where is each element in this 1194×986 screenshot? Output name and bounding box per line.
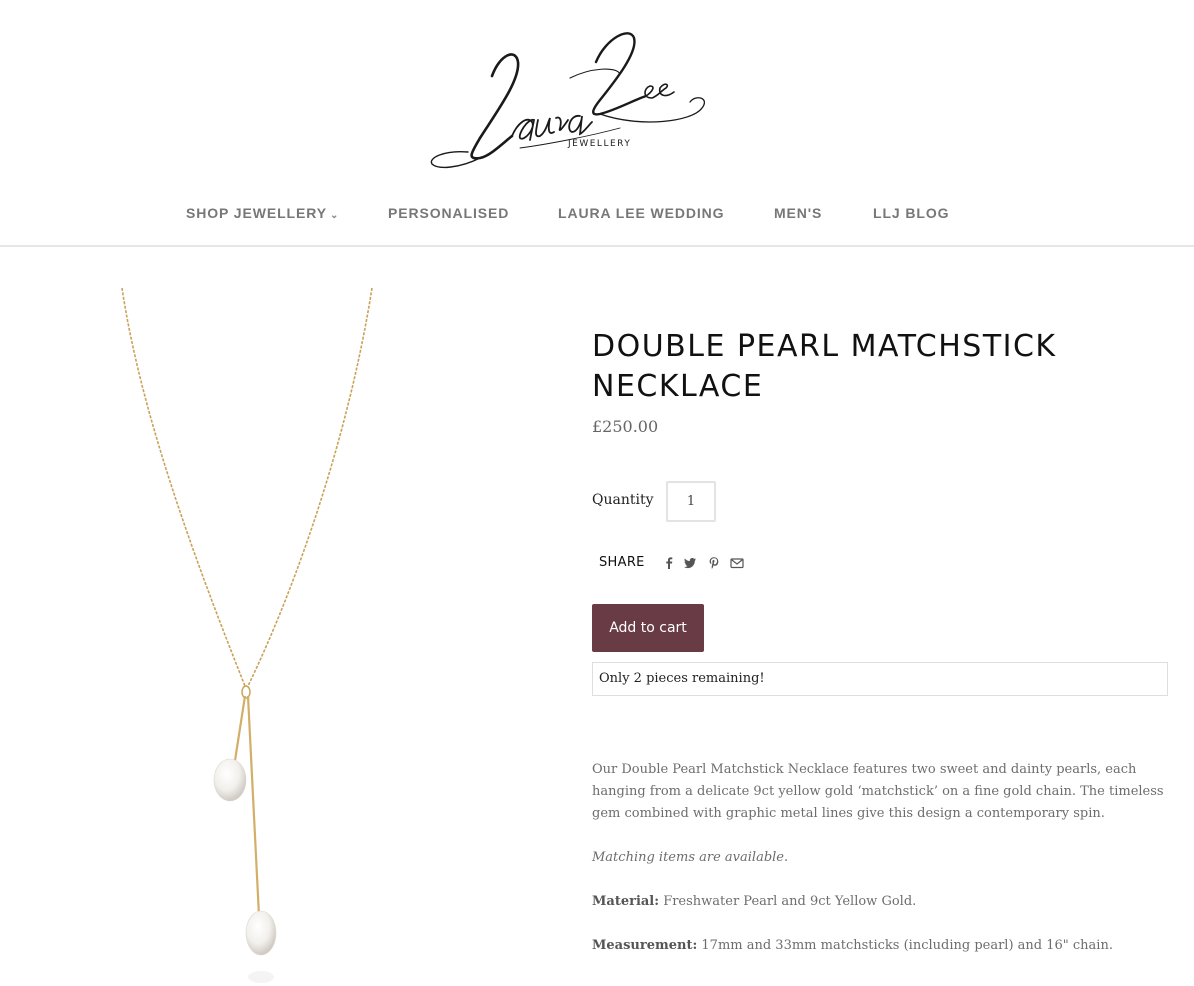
facebook-icon[interactable] <box>662 556 676 570</box>
main-nav: SHOP JEWELLERY ⌄ PERSONALISED LAURA LEE W… <box>0 205 1194 231</box>
email-icon[interactable] <box>730 556 744 570</box>
share-label: SHARE <box>599 555 645 570</box>
nav-personalised[interactable]: PERSONALISED <box>388 205 509 221</box>
logo-subtitle: JEWELLERY <box>568 139 632 149</box>
measurement-value: 17mm and 33mm matchsticks (including pea… <box>701 938 1113 953</box>
product-price: £250.00 <box>592 417 659 436</box>
material-value: Freshwater Pearl and 9ct Yellow Gold. <box>663 894 917 909</box>
description-text: Our Double Pearl Matchstick Necklace fea… <box>592 762 1164 821</box>
quantity-label: Quantity <box>592 492 654 508</box>
product-title: DOUBLE PEARL MATCHSTICK NECKLACE <box>592 329 1057 404</box>
nav-shop-jewellery-label: SHOP JEWELLERY <box>186 205 327 221</box>
measurement-label: Measurement: <box>592 938 698 953</box>
stock-message: Only 2 pieces remaining! <box>592 662 1168 696</box>
nav-mens[interactable]: MEN'S <box>774 205 822 221</box>
measurement-line: Measurement: 17mm and 33mm matchsticks (… <box>592 935 1168 957</box>
nav-laura-lee-wedding[interactable]: LAURA LEE WEDDING <box>558 205 724 221</box>
product-description: Our Double Pearl Matchstick Necklace fea… <box>592 759 1168 979</box>
brand-logo[interactable]: JEWELLERY <box>420 18 720 178</box>
add-to-cart-button[interactable]: Add to cart <box>592 604 704 652</box>
nav-shop-jewellery[interactable]: SHOP JEWELLERY ⌄ <box>186 205 339 221</box>
product-image[interactable] <box>100 288 400 986</box>
material-line: Material: Freshwater Pearl and 9ct Yello… <box>592 891 1168 913</box>
quantity-input[interactable] <box>666 481 716 522</box>
nav-llj-blog[interactable]: LLJ BLOG <box>873 205 949 221</box>
chevron-down-icon: ⌄ <box>329 210 340 221</box>
header-divider <box>0 245 1194 247</box>
matching-items-note: Matching items are available. <box>592 850 789 865</box>
necklace-illustration <box>121 288 373 983</box>
material-label: Material: <box>592 894 660 909</box>
twitter-icon[interactable] <box>683 556 697 570</box>
logo-script-mark <box>430 32 705 169</box>
pinterest-icon[interactable] <box>707 556 721 570</box>
